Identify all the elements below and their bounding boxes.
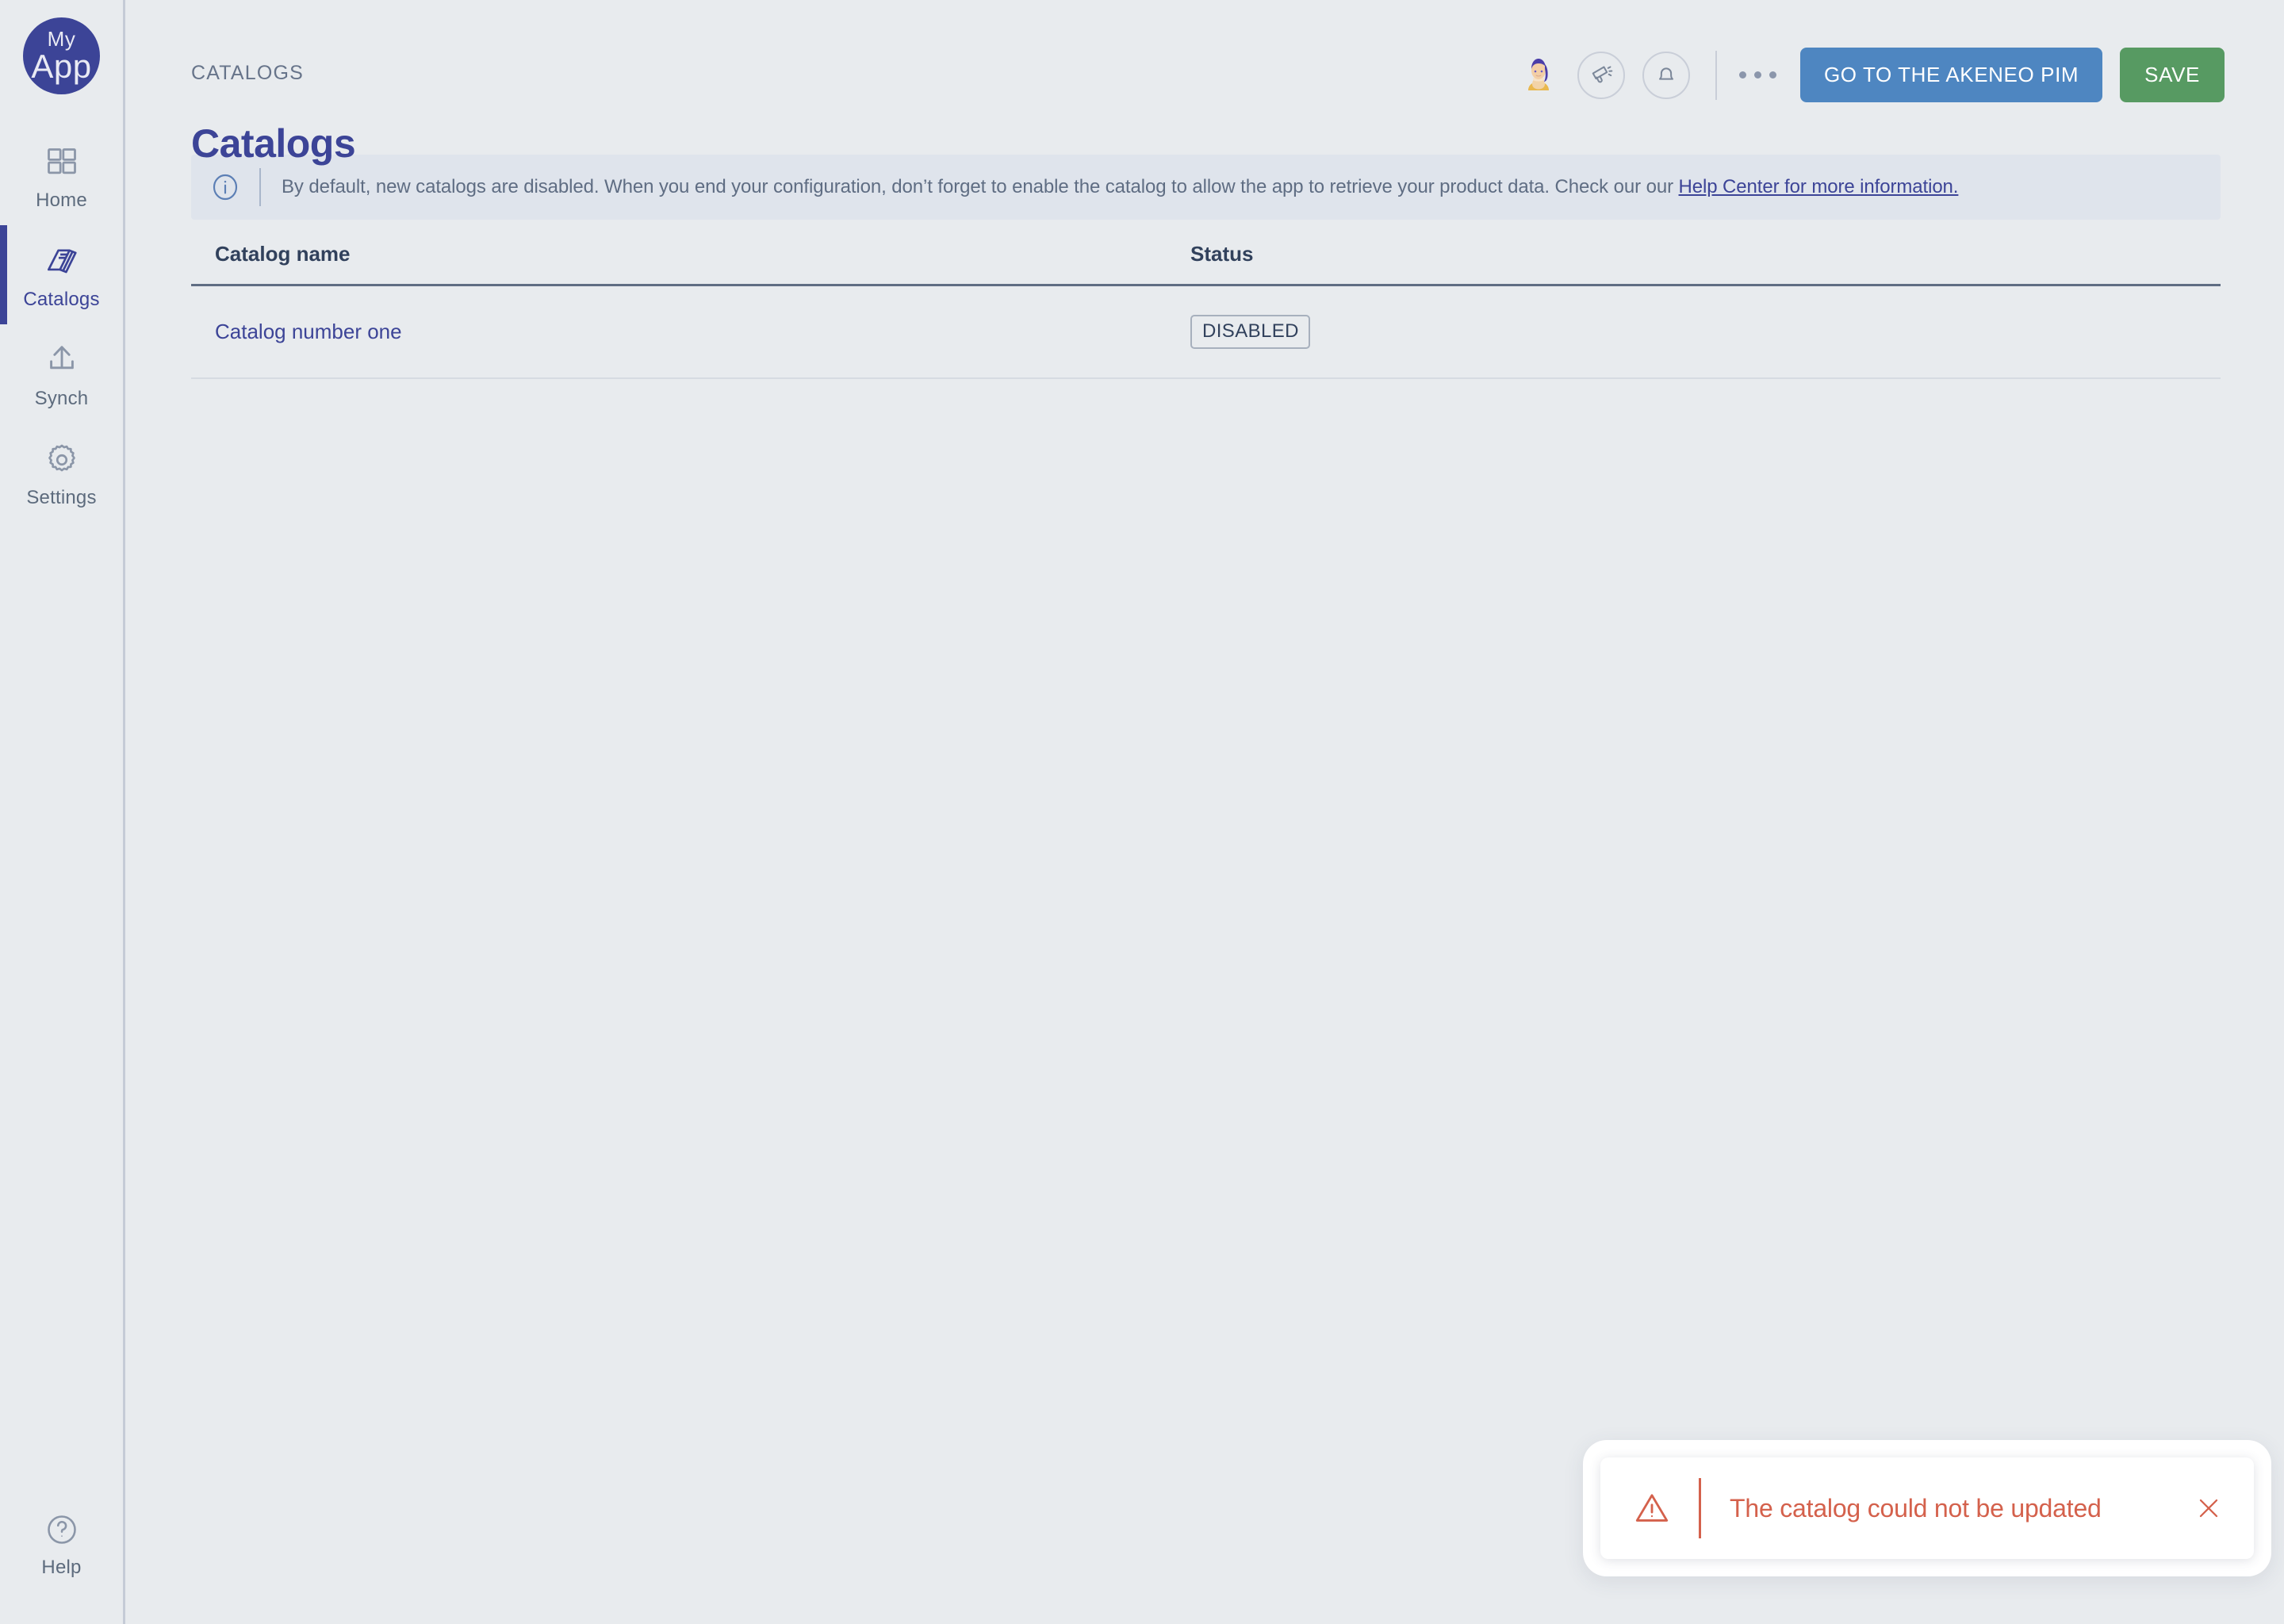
app-logo-line2: App [31,48,92,85]
header-actions: GO TO THE AKENEO PIM SAVE [1517,48,2225,102]
upload-icon [44,339,80,383]
info-banner-text: By default, new catalogs are disabled. W… [282,176,1958,198]
sidebar-item-label-synch: Synch [34,387,89,409]
column-header-catalog-name[interactable]: Catalog name [191,242,1167,286]
info-banner-body: By default, new catalogs are disabled. W… [282,176,1679,197]
sidebar: My App Home Catalogs Synch Settings Help [0,0,125,1624]
sidebar-item-help[interactable]: Help [0,1493,123,1592]
toast-container: The catalog could not be updated [1583,1440,2271,1576]
bell-icon-button[interactable] [1642,51,1690,99]
table-header-row: Catalog name Status [191,242,2221,286]
info-banner: By default, new catalogs are disabled. W… [191,155,2221,220]
megaphone-icon [1588,61,1614,89]
table-body: Catalog number one DISABLED [191,285,2221,379]
error-toast: The catalog could not be updated [1600,1457,2254,1559]
sidebar-item-settings[interactable]: Settings [0,423,123,523]
table-head: Catalog name Status [191,242,2221,286]
sidebar-item-label-home: Home [36,189,87,211]
warning-triangle-icon [1632,1488,1672,1528]
page-title: Catalogs [191,121,356,166]
bell-icon [1654,61,1679,89]
cell-catalog-name[interactable]: Catalog number one [191,285,1167,379]
close-icon[interactable] [2190,1490,2227,1526]
books-icon [44,239,80,284]
go-to-akeneo-pim-button[interactable]: GO TO THE AKENEO PIM [1799,48,2103,102]
column-header-status[interactable]: Status [1167,242,2221,286]
status-badge: DISABLED [1190,315,1310,349]
sidebar-item-label-settings: Settings [26,486,97,508]
app-logo[interactable]: My App [23,17,100,94]
sidebar-bottom: Help [0,1493,123,1592]
sidebar-item-label-help: Help [41,1556,82,1578]
question-circle-icon [44,1507,79,1552]
catalogs-table: Catalog name Status Catalog number one D… [191,242,2221,379]
gear-icon [44,438,80,482]
info-circle-icon [209,170,242,204]
sidebar-item-synch[interactable]: Synch [0,324,123,423]
save-button[interactable]: SAVE [2120,48,2225,102]
header-divider [1715,50,1717,100]
app-logo-line1: My [47,27,76,51]
sidebar-nav: Home Catalogs Synch Settings [0,126,123,523]
sidebar-item-label-catalogs: Catalogs [23,288,100,310]
sidebar-item-catalogs[interactable]: Catalogs [0,225,123,324]
info-banner-separator [259,168,261,206]
help-center-link[interactable]: Help Center for more information. [1679,176,1959,197]
cell-status: DISABLED [1167,285,2221,379]
toast-message: The catalog could not be updated [1730,1493,2102,1522]
breadcrumb[interactable]: CATALOGS [191,62,304,85]
sidebar-item-home[interactable]: Home [0,126,123,225]
content-area: By default, new catalogs are disabled. W… [128,155,2284,379]
main-content: CATALOGS Catalogs GO TO THE AKENEO PIM S… [128,0,2284,1624]
megaphone-icon-button[interactable] [1577,51,1625,99]
page-header: CATALOGS Catalogs GO TO THE AKENEO PIM S… [128,0,2284,166]
toast-separator [1699,1478,1701,1538]
ellipsis-icon[interactable] [1738,71,1776,79]
user-avatar[interactable] [1517,54,1560,97]
grid-icon [44,140,79,185]
table-row[interactable]: Catalog number one DISABLED [191,285,2221,379]
